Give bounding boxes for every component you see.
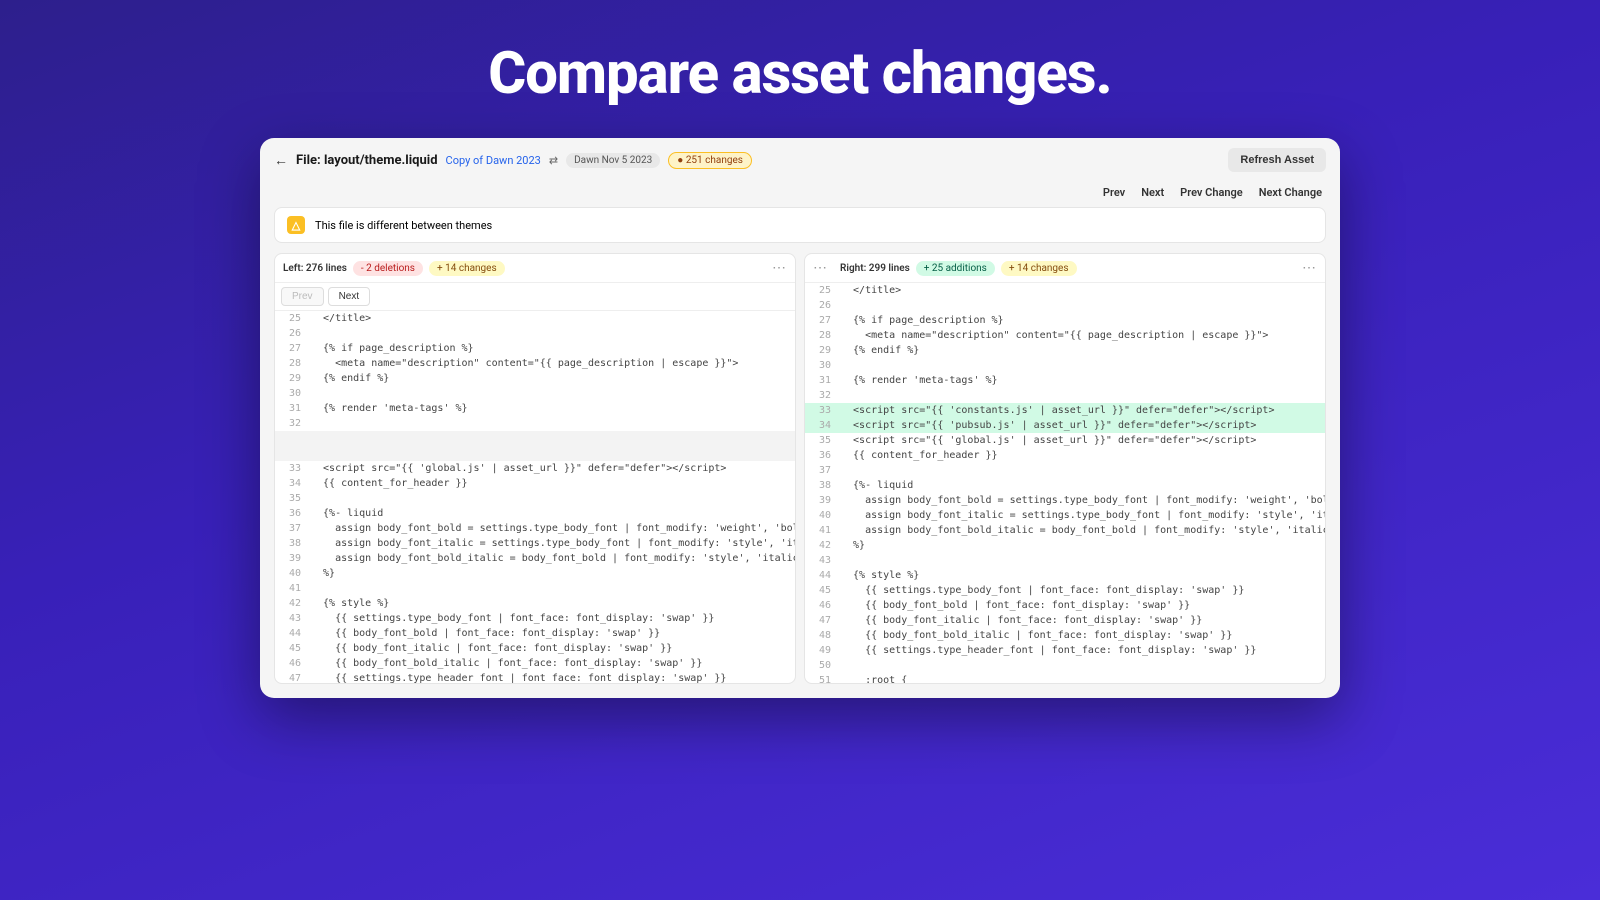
- code-line: 34 {{ content_for_header }}: [275, 476, 795, 491]
- left-menu-icon[interactable]: ⋯: [772, 260, 787, 276]
- nav-row: Prev Next Prev Change Next Change: [260, 182, 1340, 207]
- right-pane: ⋯ Right: 299 lines + 25 additions + 14 c…: [804, 253, 1326, 684]
- code-line: [275, 431, 795, 446]
- code-line: 47 {{ settings.type_header_font | font_f…: [275, 671, 795, 683]
- right-menu-left-icon[interactable]: ⋯: [813, 260, 828, 276]
- code-line: 40 %}: [275, 566, 795, 581]
- code-line: 39 assign body_font_bold = settings.type…: [805, 493, 1325, 508]
- code-line: 44 {% style %}: [805, 568, 1325, 583]
- warning-icon: △: [287, 216, 305, 234]
- left-next-button[interactable]: Next: [328, 287, 371, 306]
- file-label: File: layout/theme.liquid: [296, 153, 438, 168]
- right-code[interactable]: 25 </title>2627 {% if page_description %…: [805, 283, 1325, 683]
- code-line: 36 {%- liquid: [275, 506, 795, 521]
- nav-next[interactable]: Next: [1141, 186, 1164, 199]
- right-additions-badge: + 25 additions: [916, 261, 995, 276]
- code-line: 26: [275, 326, 795, 341]
- code-line: 38 assign body_font_italic = settings.ty…: [275, 536, 795, 551]
- code-line: [275, 446, 795, 461]
- app-window: ← File: layout/theme.liquid Copy of Dawn…: [260, 138, 1340, 698]
- left-changes-badge: + 14 changes: [429, 261, 505, 276]
- code-line: 45 {{ body_font_italic | font_face: font…: [275, 641, 795, 656]
- nav-next-change[interactable]: Next Change: [1259, 186, 1322, 199]
- code-line: 26: [805, 298, 1325, 313]
- code-line: 35: [275, 491, 795, 506]
- changes-badge: ● 251 changes: [668, 152, 752, 169]
- left-title: Left: 276 lines: [283, 263, 347, 274]
- code-line: 34 <script src="{{ 'pubsub.js' | asset_u…: [805, 418, 1325, 433]
- code-line: 38 {%- liquid: [805, 478, 1325, 493]
- code-line: 41 assign body_font_bold_italic = body_f…: [805, 523, 1325, 538]
- code-line: 46 {{ body_font_bold_italic | font_face:…: [275, 656, 795, 671]
- right-menu-icon[interactable]: ⋯: [1302, 260, 1317, 276]
- theme-b-pill: Dawn Nov 5 2023: [566, 153, 660, 168]
- code-line: 47 {{ body_font_italic | font_face: font…: [805, 613, 1325, 628]
- theme-a-link[interactable]: Copy of Dawn 2023: [446, 154, 541, 167]
- code-line: 39 assign body_font_bold_italic = body_f…: [275, 551, 795, 566]
- code-line: 44 {{ body_font_bold | font_face: font_d…: [275, 626, 795, 641]
- code-line: 31 {% render 'meta-tags' %}: [275, 401, 795, 416]
- topbar: ← File: layout/theme.liquid Copy of Dawn…: [260, 138, 1340, 182]
- code-line: 30: [275, 386, 795, 401]
- code-line: 48 {{ body_font_bold_italic | font_face:…: [805, 628, 1325, 643]
- code-line: 42 %}: [805, 538, 1325, 553]
- code-line: 43: [805, 553, 1325, 568]
- code-line: 36 {{ content_for_header }}: [805, 448, 1325, 463]
- code-line: 33 <script src="{{ 'constants.js' | asse…: [805, 403, 1325, 418]
- code-line: 37 assign body_font_bold = settings.type…: [275, 521, 795, 536]
- code-line: 49 {{ settings.type_header_font | font_f…: [805, 643, 1325, 658]
- right-changes-badge: + 14 changes: [1001, 261, 1077, 276]
- hero-heading: Compare asset changes.: [0, 0, 1600, 138]
- code-line: 30: [805, 358, 1325, 373]
- code-line: 46 {{ body_font_bold | font_face: font_d…: [805, 598, 1325, 613]
- code-line: 28 <meta name="description" content="{{ …: [805, 328, 1325, 343]
- diff-panes: Left: 276 lines - 2 deletions + 14 chang…: [274, 253, 1326, 684]
- right-title: Right: 299 lines: [840, 263, 910, 274]
- code-line: 27 {% if page_description %}: [805, 313, 1325, 328]
- code-line: 32: [805, 388, 1325, 403]
- code-line: 42 {% style %}: [275, 596, 795, 611]
- left-deletions-badge: - 2 deletions: [353, 261, 423, 276]
- left-pane: Left: 276 lines - 2 deletions + 14 chang…: [274, 253, 796, 684]
- code-line: 43 {{ settings.type_body_font | font_fac…: [275, 611, 795, 626]
- diff-alert: △ This file is different between themes: [274, 207, 1326, 243]
- refresh-asset-button[interactable]: Refresh Asset: [1228, 148, 1326, 172]
- code-line: 45 {{ settings.type_body_font | font_fac…: [805, 583, 1325, 598]
- alert-text: This file is different between themes: [315, 219, 492, 232]
- code-line: 37: [805, 463, 1325, 478]
- code-line: 29 {% endif %}: [275, 371, 795, 386]
- left-code[interactable]: 25 </title>2627 {% if page_description %…: [275, 311, 795, 683]
- code-line: 25 </title>: [275, 311, 795, 326]
- nav-prev-change[interactable]: Prev Change: [1180, 186, 1243, 199]
- code-line: 28 <meta name="description" content="{{ …: [275, 356, 795, 371]
- code-line: 29 {% endif %}: [805, 343, 1325, 358]
- nav-prev[interactable]: Prev: [1103, 186, 1125, 199]
- code-line: 35 <script src="{{ 'global.js' | asset_u…: [805, 433, 1325, 448]
- code-line: 32: [275, 416, 795, 431]
- code-line: 31 {% render 'meta-tags' %}: [805, 373, 1325, 388]
- code-line: 25 </title>: [805, 283, 1325, 298]
- code-line: 41: [275, 581, 795, 596]
- code-line: 51 :root {: [805, 673, 1325, 683]
- code-line: 27 {% if page_description %}: [275, 341, 795, 356]
- swap-icon[interactable]: ⇄: [549, 154, 558, 167]
- code-line: 50: [805, 658, 1325, 673]
- code-line: 33 <script src="{{ 'global.js' | asset_u…: [275, 461, 795, 476]
- left-prev-button[interactable]: Prev: [281, 287, 324, 306]
- code-line: 40 assign body_font_italic = settings.ty…: [805, 508, 1325, 523]
- back-arrow-icon[interactable]: ←: [274, 152, 288, 169]
